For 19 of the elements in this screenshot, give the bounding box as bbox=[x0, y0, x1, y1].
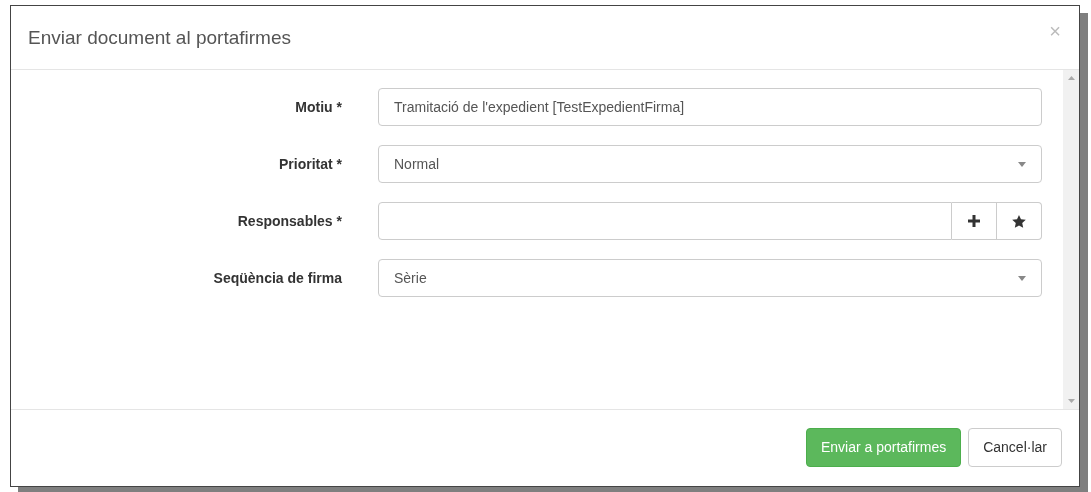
input-field[interactable]: Tramitació de l'expedient [TestExpedientFirma] bbox=[378, 88, 1042, 126]
caret-icon bbox=[1018, 275, 1026, 281]
scroll-down-icon bbox=[1067, 399, 1075, 403]
field-label: Motiu * bbox=[294, 99, 342, 115]
scroll-up-icon bbox=[1067, 76, 1075, 80]
scrollbar[interactable] bbox=[1063, 70, 1079, 409]
field-label: Responsables * bbox=[236, 213, 342, 229]
dialog-button[interactable]: Cancel·lar bbox=[968, 427, 1062, 467]
plus-icon bbox=[968, 215, 980, 227]
select-field[interactable]: Normal bbox=[378, 145, 1042, 183]
caret-icon bbox=[1018, 161, 1026, 167]
input-field[interactable] bbox=[378, 202, 952, 240]
field-label: Seqüència de firma bbox=[212, 270, 342, 286]
add-button[interactable] bbox=[952, 202, 997, 240]
select-field[interactable]: Sèrie bbox=[378, 259, 1042, 297]
star-icon bbox=[1012, 214, 1026, 228]
field-label: Prioritat * bbox=[278, 156, 342, 172]
dialog-title: Enviar document al portafirmes bbox=[28, 26, 291, 49]
favorites-button[interactable] bbox=[997, 202, 1042, 240]
